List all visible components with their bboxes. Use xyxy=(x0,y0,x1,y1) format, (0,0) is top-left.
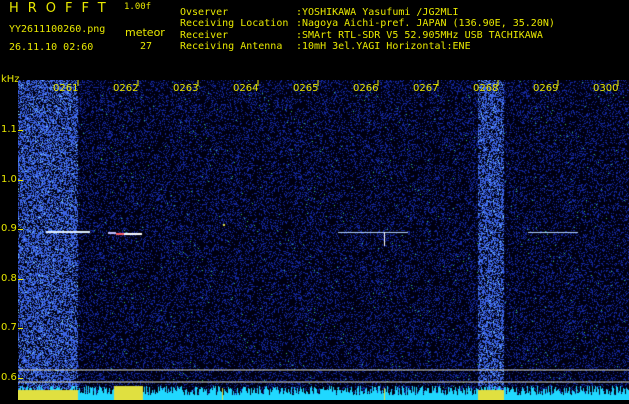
antenna-label: Receiving Antenna xyxy=(180,41,283,52)
x-tick-label: 0300 xyxy=(593,83,618,94)
y-tick-label: 0.7 xyxy=(1,322,17,333)
app-version: 1.00f xyxy=(124,2,152,12)
x-tick-label: 0268 xyxy=(473,83,498,94)
x-tick-label: 0269 xyxy=(533,83,558,94)
y-tick-label: 1.0 xyxy=(1,173,17,185)
receiver-value: :SMArt RTL-SDR V5 52.905MHz USB TACHIKAW… xyxy=(296,30,543,41)
y-axis-unit: kHz xyxy=(1,74,20,85)
x-tick-label: 0266 xyxy=(353,83,378,94)
file-timestamp: 26.11.10 02:60 xyxy=(9,42,94,53)
x-tick-label: 0267 xyxy=(413,83,438,94)
location-value: :Nagoya Aichi-pref. JAPAN (136.90E, 35.2… xyxy=(296,18,555,29)
y-tick-mark xyxy=(18,328,23,329)
y-tick-label: 0.6 xyxy=(1,371,17,383)
y-tick-mark xyxy=(18,278,23,280)
y-tick-mark xyxy=(18,179,23,181)
spectrogram-overlay: 0261 0262 0263 0264 0265 0266 0267 0268 0269 0300 xyxy=(18,80,629,383)
meteor-label: meteor xyxy=(125,26,165,39)
antenna-value: :10mH 3el.YAGI Horizontal:ENE xyxy=(296,41,471,52)
y-tick-mark xyxy=(18,130,23,131)
y-tick-label: 0.8 xyxy=(1,272,17,284)
y-tick-mark xyxy=(18,377,23,379)
file-name: YY2611100260.png xyxy=(9,24,106,35)
observer-value: :YOSHIKAWA Yasufumi /JG2MLI xyxy=(296,7,459,18)
x-tick-label: 0262 xyxy=(113,83,138,94)
x-tick-label: 0265 xyxy=(293,83,318,94)
spectrogram-area: 0261 0262 0263 0264 0265 0266 0267 0268 0269 0300 xyxy=(18,80,629,400)
x-tick-label: 0264 xyxy=(233,83,258,94)
y-tick-label: 0.9 xyxy=(1,223,17,234)
location-label: Receiving Location xyxy=(180,18,289,29)
x-tick-label: 0261 xyxy=(53,83,78,94)
y-tick-mark xyxy=(18,229,23,230)
y-tick-label: 1.1 xyxy=(1,124,17,135)
app-title: HROFFT xyxy=(9,1,115,16)
observer-label: Ovserver xyxy=(180,7,229,18)
meteor-count: 27 xyxy=(140,41,153,52)
x-tick-label: 0263 xyxy=(173,83,198,94)
receiver-label: Receiver xyxy=(180,30,229,41)
